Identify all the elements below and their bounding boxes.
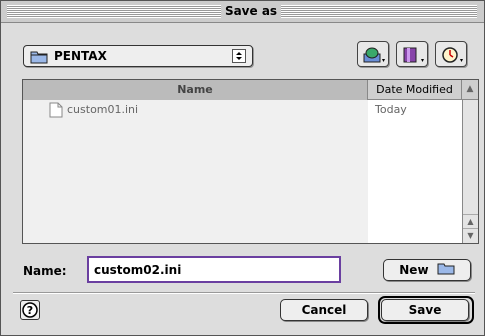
filename-input[interactable] [94, 261, 332, 278]
window-title: Save as [221, 4, 281, 20]
help-button[interactable]: ? [20, 300, 40, 320]
new-button-label: New [399, 263, 429, 277]
location-popup[interactable]: PENTAX [23, 45, 253, 67]
save-as-dialog: Save as PENTAX Name Date Modified ▲ cust… [0, 0, 485, 336]
folder-icon [30, 49, 48, 64]
svg-text:?: ? [27, 304, 33, 317]
title-stripes-left [7, 5, 221, 18]
name-field-frame [87, 256, 341, 283]
favorites-icon [403, 47, 424, 63]
vertical-scrollbar[interactable]: ▲ ▼ [462, 100, 478, 243]
favorites-button[interactable] [396, 41, 428, 67]
new-folder-icon [437, 261, 455, 281]
shortcuts-button[interactable] [357, 41, 389, 67]
list-header: Name Date Modified ▲ [23, 80, 478, 100]
new-folder-button[interactable]: New [383, 259, 471, 281]
document-icon [49, 102, 63, 121]
column-date-header[interactable]: Date Modified [368, 80, 462, 100]
sort-order-button[interactable]: ▲ [462, 80, 478, 100]
help-icon: ? [22, 302, 38, 318]
scroll-up-arrow[interactable]: ▲ [463, 214, 478, 228]
file-list[interactable]: Name Date Modified ▲ custom01.ini Today … [22, 79, 479, 244]
divider [13, 292, 475, 294]
location-label: PENTAX [54, 49, 107, 63]
save-button[interactable]: Save [381, 299, 469, 321]
sorted-column-background [23, 100, 368, 243]
file-date: Today [375, 103, 407, 116]
file-name: custom01.ini [67, 103, 139, 116]
name-label: Name: [23, 264, 67, 278]
scroll-down-arrow[interactable]: ▼ [463, 228, 478, 242]
title-bar[interactable]: Save as [1, 1, 484, 23]
recent-icon [442, 47, 463, 63]
popup-arrows-icon [232, 49, 246, 63]
recent-button[interactable] [435, 41, 467, 67]
shortcuts-icon [363, 47, 385, 63]
title-stripes-right [281, 5, 477, 18]
column-name-header[interactable]: Name [23, 80, 368, 100]
cancel-button[interactable]: Cancel [280, 299, 368, 321]
list-item[interactable]: custom01.ini Today [23, 101, 462, 119]
